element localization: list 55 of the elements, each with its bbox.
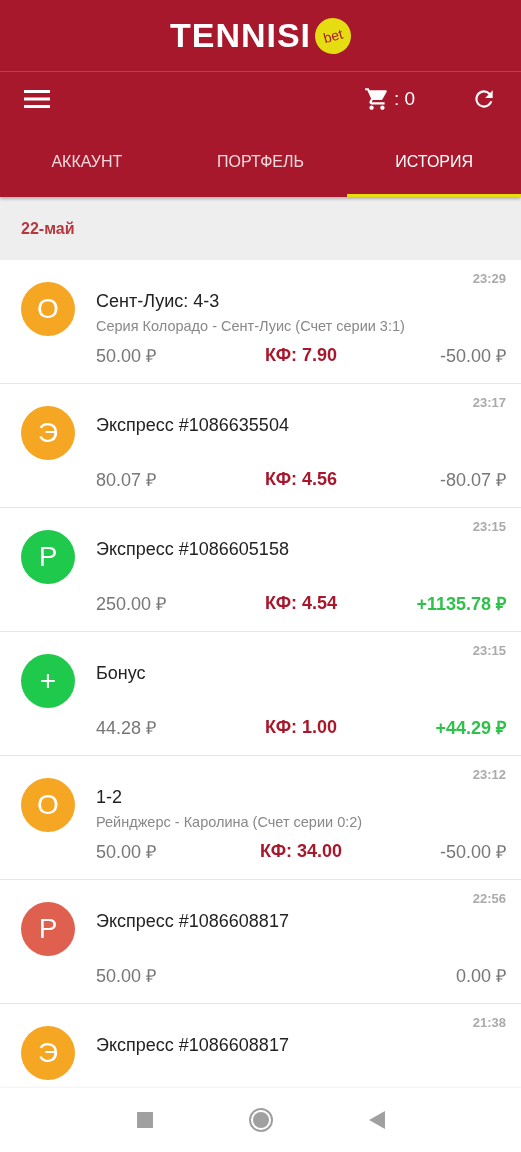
odds-value: КФ: 34.00 <box>259 840 343 862</box>
bet-row[interactable]: Р 22:56 Экспресс #1086608817 50.00 ₽ 0.00 ₽ <box>0 880 521 1004</box>
bet-title: Экспресс #1086608817 <box>96 1035 290 1056</box>
bet-row[interactable]: Р 23:15 Экспресс #1086605158 250.00 ₽ КФ: 4.54 +1135.78 ₽ <box>0 508 521 632</box>
logo-text: TENNISI <box>169 16 312 55</box>
result-amount: -50.00 ₽ <box>438 345 506 367</box>
bet-subtitle: Рейнджерс - Каролина (Счет серии 0:2) <box>96 814 364 830</box>
bet-row[interactable]: О 23:12 1-2 Рейнджерс - Каролина (Счет серии 0:2) 50.00 ₽ КФ: 34.00 -50.00 ₽ <box>0 756 521 880</box>
bet-title: Сент-Луис: 4-3 <box>96 291 221 312</box>
status-avatar: Р <box>21 902 75 956</box>
menu-icon[interactable] <box>24 88 50 109</box>
odds-value: КФ: 7.90 <box>264 344 338 366</box>
back-icon[interactable] <box>368 1111 385 1129</box>
tab[interactable]: АККАУНТ <box>0 125 174 197</box>
stake-amount: 50.00 ₽ <box>96 841 158 863</box>
status-avatar: О <box>21 778 75 832</box>
bet-time: 23:15 <box>472 519 506 534</box>
bet-title: Бонус <box>96 663 147 684</box>
status-avatar: + <box>21 654 75 708</box>
bet-row[interactable]: + 23:15 Бонус 44.28 ₽ КФ: 1.00 +44.29 ₽ <box>0 632 521 756</box>
bet-time: 22:56 <box>472 891 506 906</box>
tab[interactable]: ПОРТФЕЛЬ <box>173 125 348 197</box>
bet-row[interactable]: Э 23:17 Экспресс #1086635504 80.07 ₽ КФ: 4.56 -80.07 ₽ <box>0 384 521 508</box>
odds-value: КФ: 4.56 <box>264 468 338 490</box>
bet-row[interactable]: О 23:29 Сент-Луис: 4-3 Серия Колорадо - Сент-Луис (Счет серии 3:1) 50.00 ₽ КФ: 7.90 -50.00 ₽ <box>0 260 521 384</box>
result-amount: +44.29 ₽ <box>434 717 506 739</box>
bet-time: 23:17 <box>472 395 506 410</box>
stake-amount: 44.28 ₽ <box>96 717 158 739</box>
bet-time: 23:15 <box>472 643 506 658</box>
result-amount: -80.07 ₽ <box>438 469 506 491</box>
status-avatar: Р <box>21 530 75 584</box>
cart-count: : 0 <box>393 87 415 110</box>
stake-amount: 80.07 ₽ <box>96 469 158 491</box>
bet-title: Экспресс #1086608817 <box>96 911 290 932</box>
status-avatar: О <box>21 282 75 336</box>
bet-title: 1-2 <box>96 787 123 808</box>
result-amount: -50.00 ₽ <box>438 841 506 863</box>
odds-value: КФ: 1.00 <box>264 716 338 738</box>
status-avatar: Э <box>21 406 75 460</box>
bet-title: Экспресс #1086605158 <box>96 539 290 560</box>
bet-title: Экспресс #1086635504 <box>96 415 290 436</box>
stake-amount: 50.00 ₽ <box>96 345 158 367</box>
bet-time: 23:29 <box>472 271 506 286</box>
bet-time: 21:38 <box>472 1015 506 1030</box>
recents-icon[interactable] <box>136 1112 153 1128</box>
date-header: 22-май <box>21 219 75 238</box>
stake-amount: 50.00 ₽ <box>96 965 158 987</box>
stake-amount: 250.00 ₽ <box>96 593 168 615</box>
bet-subtitle: Серия Колорадо - Сент-Луис (Счет серии 3:1) <box>96 318 406 334</box>
bet-time: 23:12 <box>472 767 506 782</box>
odds-value: КФ: 4.54 <box>264 592 338 614</box>
result-amount: +1135.78 ₽ <box>415 593 506 615</box>
status-avatar: Э <box>21 1026 75 1080</box>
result-amount: 0.00 ₽ <box>454 965 506 987</box>
home-icon[interactable] <box>248 1108 273 1132</box>
